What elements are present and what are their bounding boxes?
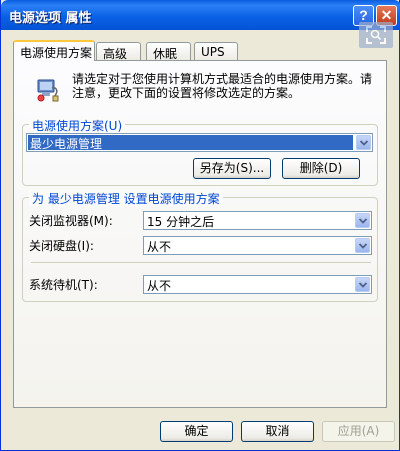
harddisk-off-select[interactable]: 从不 — [143, 236, 372, 255]
delete-button[interactable]: 删除(D) — [282, 158, 360, 179]
tab-panel: 请选定对于您使用计算机方式最适合的电源使用方案。请注意，更改下面的设置将修改选定… — [13, 60, 387, 408]
standby-value: 从不 — [147, 279, 172, 293]
save-as-label: 另存为(S)... — [199, 161, 265, 175]
tab-label: 电源使用方案 — [20, 46, 93, 60]
dialog-window: 电源选项 属性 ? ✕ 电源使用方案 高级 休眠 UPS 请选定对于您使用计算机… — [0, 0, 400, 451]
chevron-down-icon[interactable] — [355, 213, 370, 228]
save-as-button[interactable]: 另存为(S)... — [193, 158, 271, 179]
help-icon: ? — [359, 7, 368, 23]
harddisk-off-label: 关闭硬盘(I): — [29, 239, 94, 253]
close-icon: ✕ — [380, 7, 393, 23]
tab-label: 高级 — [103, 47, 128, 61]
delete-label: 删除(D) — [299, 161, 343, 175]
chevron-down-icon[interactable] — [355, 277, 370, 292]
scheme-group: 电源使用方案(U) 最少电源管理 另存为(S)... 删除(D) — [22, 117, 378, 186]
divider — [31, 262, 371, 263]
window-title: 电源选项 属性 — [9, 11, 92, 26]
ok-label: 确定 — [184, 424, 209, 438]
apply-button[interactable]: 应用(A) — [322, 421, 395, 442]
scheme-group-legend: 电源使用方案(U) — [29, 117, 126, 134]
settings-group: 为 最少电源管理 设置电源使用方案 关闭监视器(M): 15 分钟之后 关闭硬盘… — [22, 190, 378, 302]
chevron-down-icon[interactable] — [355, 238, 370, 253]
tab-advanced[interactable]: 高级 — [96, 42, 141, 61]
tab-label: UPS — [201, 45, 225, 59]
power-scheme-select[interactable]: 最少电源管理 — [26, 133, 373, 152]
standby-select[interactable]: 从不 — [143, 275, 372, 294]
tab-power-schemes[interactable]: 电源使用方案 — [13, 40, 95, 61]
chevron-down-icon[interactable] — [356, 135, 371, 150]
cancel-label: 取消 — [265, 424, 290, 438]
apply-label: 应用(A) — [337, 424, 380, 438]
title-bar[interactable]: 电源选项 属性 ? ✕ — [1, 0, 400, 30]
tab-ups[interactable]: UPS — [194, 42, 238, 60]
monitor-off-value: 15 分钟之后 — [147, 215, 215, 229]
cancel-button[interactable]: 取消 — [241, 421, 314, 442]
tab-label: 休眠 — [153, 47, 178, 61]
monitor-off-select[interactable]: 15 分钟之后 — [143, 211, 372, 230]
expand-overlay-icon — [359, 22, 393, 48]
ok-button[interactable]: 确定 — [160, 421, 233, 442]
tab-hibernate[interactable]: 休眠 — [146, 42, 191, 61]
settings-group-legend: 为 最少电源管理 设置电源使用方案 — [29, 190, 223, 207]
power-scheme-value: 最少电源管理 — [28, 135, 353, 151]
intro-text: 请选定对于您使用计算机方式最适合的电源使用方案。请注意，更改下面的设置将修改选定… — [72, 72, 373, 100]
harddisk-off-value: 从不 — [147, 240, 172, 254]
standby-label: 系统待机(T): — [29, 278, 98, 292]
monitor-off-label: 关闭监视器(M): — [29, 214, 113, 228]
power-plan-icon — [34, 74, 62, 102]
